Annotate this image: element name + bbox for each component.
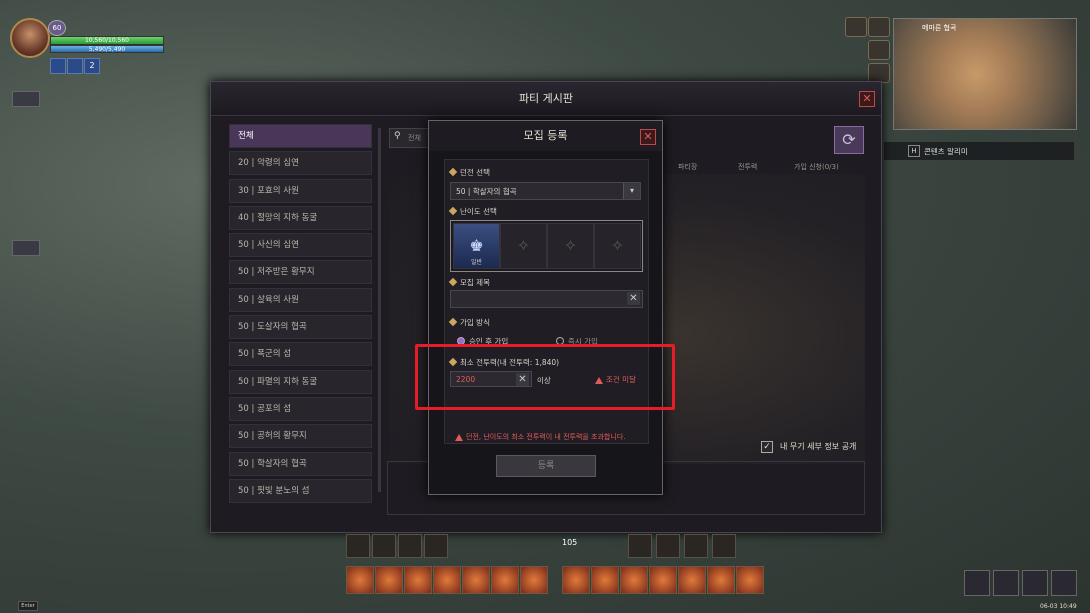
window-title: 파티 게시판 [211,82,881,116]
skill-slot[interactable] [375,566,403,594]
hotkey-badge: H [908,145,920,157]
event-icon[interactable] [845,17,867,37]
title-section-label: 모집 제목 [448,277,490,288]
difficulty-locked[interactable]: ✧ [547,223,594,269]
search-placeholder: 전체 [408,134,421,142]
skill-slot[interactable] [404,566,432,594]
refresh-button[interactable]: ⟳ [834,126,864,154]
category-item[interactable]: 50 | 파멸의 지하 동굴 [229,369,372,394]
category-item[interactable]: 40 | 절망의 지하 동굴 [229,205,372,230]
inventory-button[interactable] [1022,570,1048,596]
difficulty-selector: ♚ 일반 ✧ ✧ ✧ [450,220,643,272]
category-item[interactable]: 50 | 살육의 사원 [229,287,372,312]
error-message: 던전, 난이도의 최소 전투력이 내 전투력을 초과합니다. [455,432,625,442]
search-icon: ⚲ [394,131,401,141]
category-item[interactable]: 20 | 악령의 심연 [229,151,372,176]
close-button[interactable]: ✕ [859,91,875,107]
difficulty-section-label: 난이도 선택 [448,206,497,217]
buff-icon[interactable] [67,58,83,74]
category-item[interactable]: 전체 [229,124,372,148]
skill-slot[interactable] [424,534,448,558]
notifier-label: 콘텐츠 알리미 [924,147,968,156]
buff-count: 2 [84,58,100,74]
side-menu-button[interactable] [12,240,40,256]
difficulty-locked[interactable]: ✧ [500,223,547,269]
settings-icon[interactable] [868,40,890,60]
dungeon-select-value: 50 | 학살자의 협곡 [456,187,517,196]
castle-icon[interactable] [868,63,890,83]
weapon-info-label: 내 무기 세부 정보 공개 [780,442,857,451]
category-item[interactable]: 50 | 핏빛 분노의 섬 [229,478,372,503]
recruit-dialog: 모집 등록 ✕ 던전 선택 50 | 학살자의 협곡 ▾ 난이도 선택 ♚ 일반 … [428,120,663,495]
skill-slot[interactable] [346,566,374,594]
skill-slot[interactable] [591,566,619,594]
mp-bar: 5,490/5,490 [50,45,164,53]
skill-slot[interactable] [684,534,708,558]
category-item[interactable]: 50 | 학살자의 협곡 [229,451,372,476]
dialog-close-button[interactable]: ✕ [640,129,656,145]
ammo-count: 105 [562,538,578,547]
category-item[interactable]: 50 | 도살자의 협곡 [229,315,372,340]
category-list: 전체 20 | 악령의 심연 30 | 포효의 사원 40 | 절망의 지하 동… [229,124,372,522]
category-item[interactable]: 50 | 사신의 심연 [229,233,372,258]
chevron-down-icon[interactable]: ▾ [623,183,640,199]
vehicle-button[interactable] [993,570,1019,596]
category-item[interactable]: 30 | 포효의 사원 [229,178,372,203]
dungeon-select[interactable]: 50 | 학살자의 협곡 ▾ [450,182,641,200]
category-scrollbar[interactable] [378,128,381,492]
hp-bar: 10,560/10,560 [50,36,164,45]
chat-button[interactable]: Enter [18,601,38,611]
skill-slot[interactable] [656,534,680,558]
skill-bar: 105 [330,530,770,600]
column-apply: 가입 신청(0/3) [794,163,839,171]
menu-grid-button[interactable] [1051,570,1077,596]
clear-icon[interactable]: ✕ [627,292,640,305]
difficulty-normal[interactable]: ♚ 일반 [453,223,500,269]
difficulty-locked[interactable]: ✧ [594,223,641,269]
skill-slot[interactable] [736,566,764,594]
join-section-label: 가입 방식 [448,317,490,328]
skill-slot[interactable] [678,566,706,594]
mp-text: 5,490/5,490 [88,46,126,53]
mail-icon[interactable] [868,17,890,37]
skill-slot[interactable] [628,534,652,558]
skill-slot[interactable] [372,534,396,558]
side-menu-button[interactable] [12,91,40,107]
column-power: 전투력 [738,163,758,171]
category-item[interactable]: 50 | 공허의 황무지 [229,424,372,449]
character-button[interactable] [964,570,990,596]
region-name: 메마른 협곡 [922,24,957,32]
skill-slot[interactable] [433,566,461,594]
skill-slot[interactable] [491,566,519,594]
skill-slot[interactable] [346,534,370,558]
buff-icon[interactable] [50,58,66,74]
minimap[interactable]: 메마른 협곡 [893,18,1077,130]
skill-slot[interactable] [649,566,677,594]
weapon-info-checkbox[interactable]: ✓ [761,441,773,453]
category-item[interactable]: 50 | 공포의 섬 [229,396,372,421]
level-badge: 60 [48,20,66,36]
hp-text: 10,560/10,560 [84,37,129,44]
dialog-title: 모집 등록 [429,121,662,151]
column-party-leader: 파티장 [678,163,698,171]
skill-slot[interactable] [707,566,735,594]
content-notifier[interactable]: H 콘텐츠 알리미 [884,142,1074,160]
submit-button[interactable]: 등록 [496,455,596,477]
player-portrait[interactable] [10,18,50,58]
category-item[interactable]: 50 | 저주받은 황무지 [229,260,372,285]
skill-slot[interactable] [620,566,648,594]
clock: 06-03 10:49 [1040,603,1077,610]
category-item[interactable]: 50 | 폭군의 섬 [229,342,372,367]
dungeon-section-label: 던전 선택 [448,167,490,178]
skill-slot[interactable] [462,566,490,594]
recruit-title-input[interactable]: ✕ [450,290,643,308]
skill-slot[interactable] [398,534,422,558]
skill-slot[interactable] [520,566,548,594]
warning-icon [455,433,463,441]
skill-slot[interactable] [712,534,736,558]
highlight-box [415,344,675,410]
skill-slot[interactable] [562,566,590,594]
